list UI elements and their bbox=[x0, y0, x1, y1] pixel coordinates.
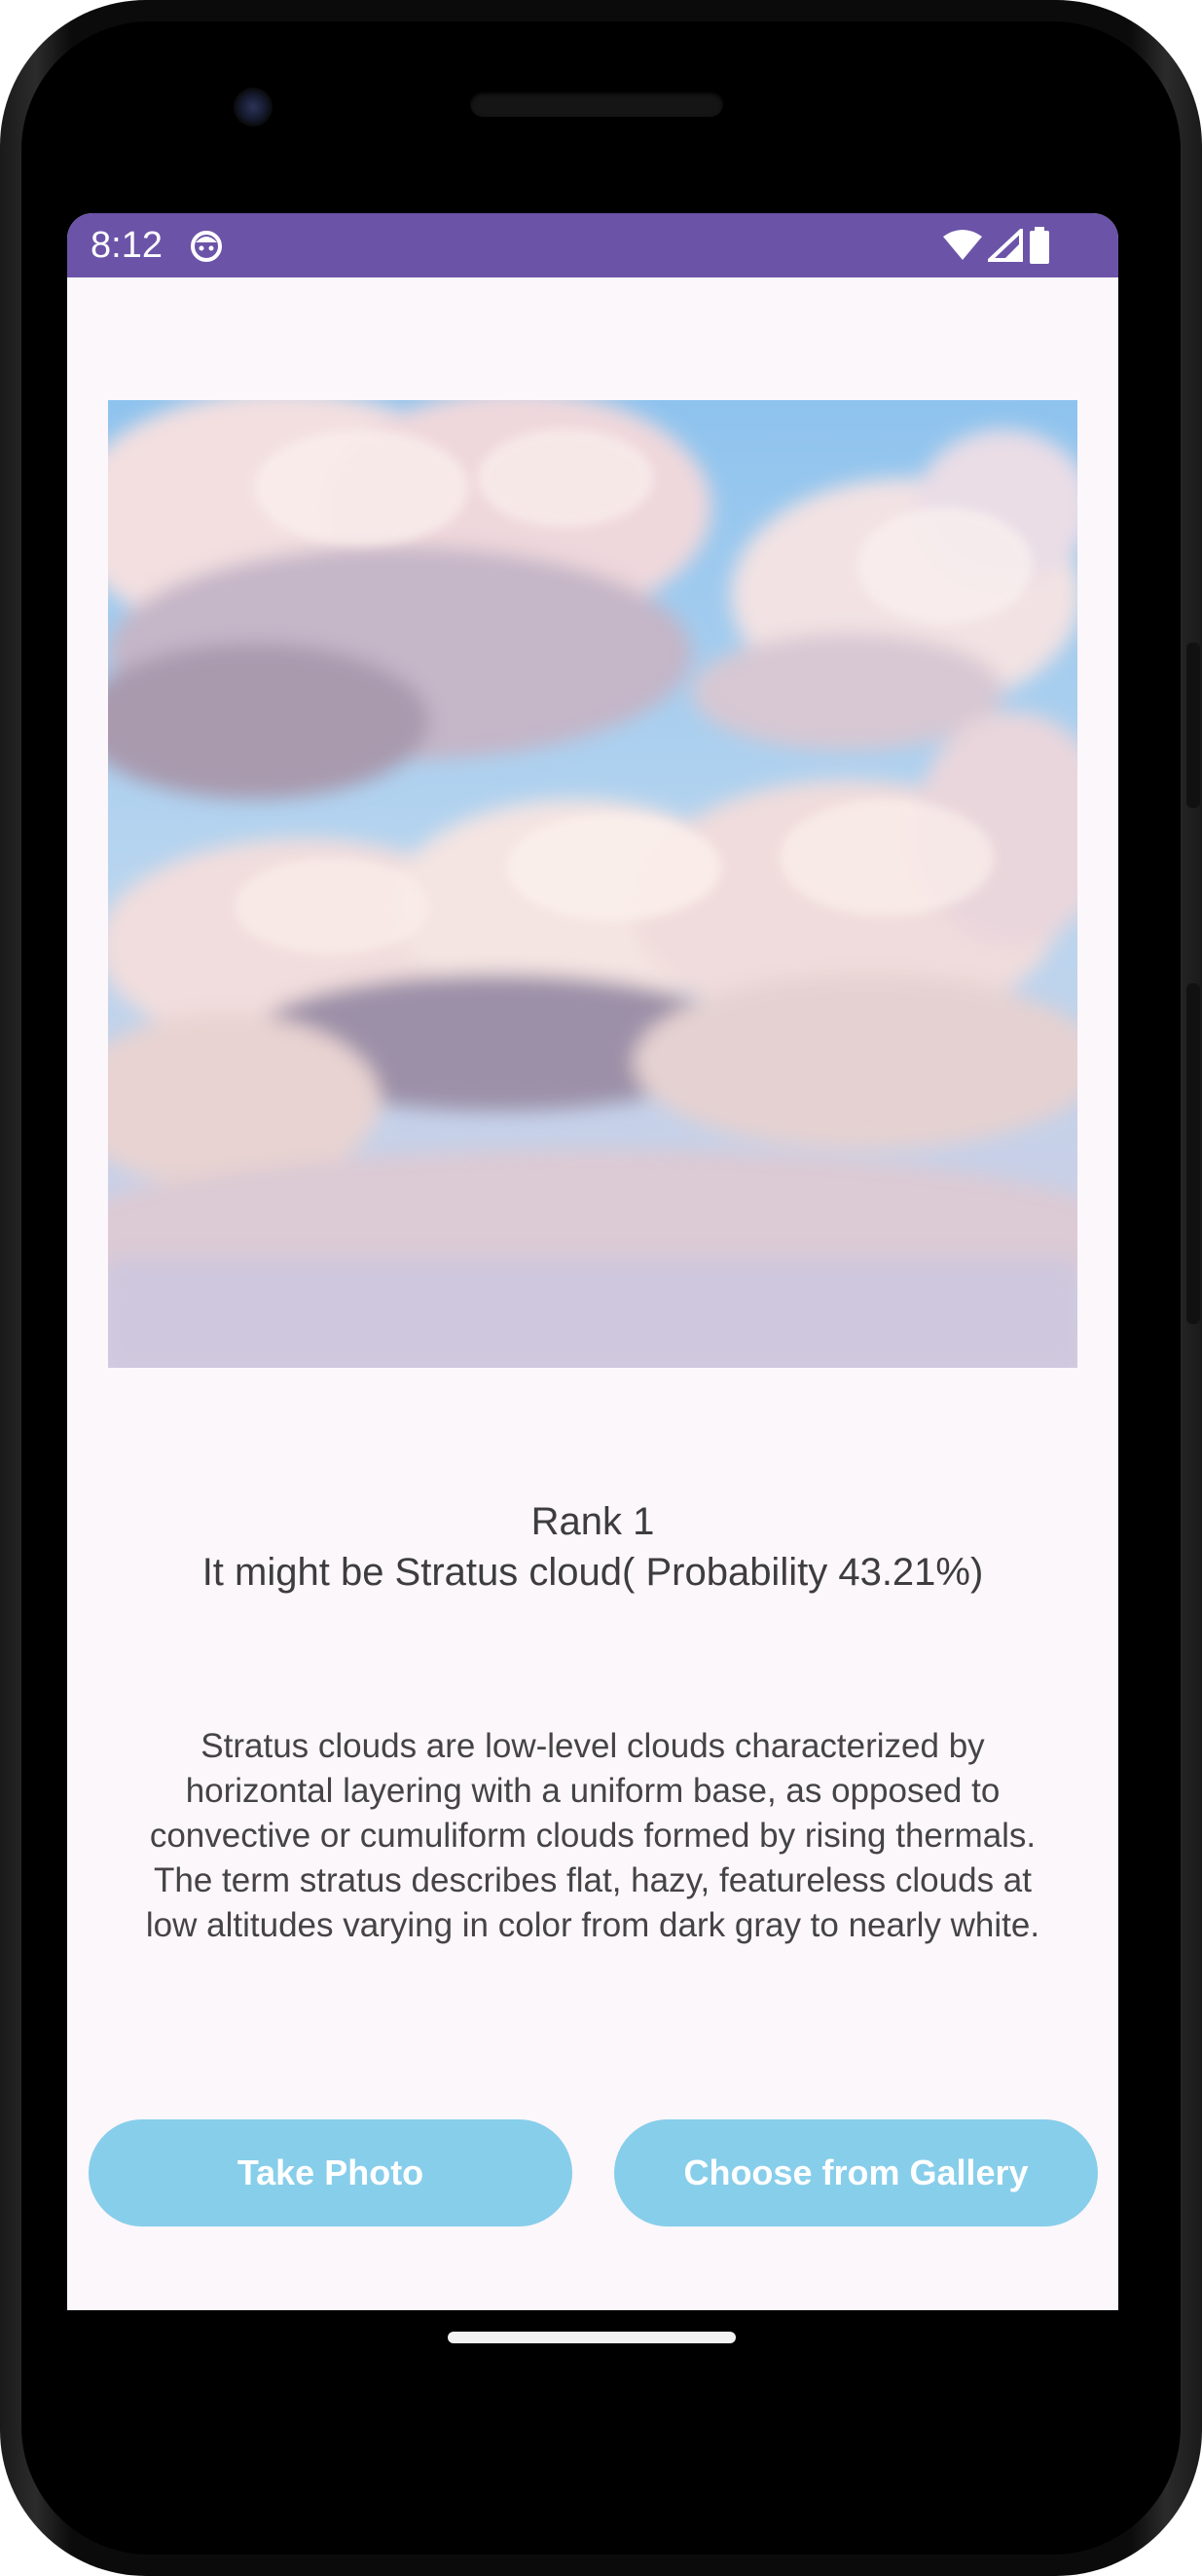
power-button bbox=[1186, 643, 1200, 808]
take-photo-button[interactable]: Take Photo bbox=[89, 2119, 572, 2226]
rank-label: Rank 1 bbox=[530, 1500, 655, 1543]
app-notification-icon bbox=[191, 231, 222, 262]
phone-frame: 8:12 Rank 1 It might be Stratus cloud(P… bbox=[0, 0, 1202, 2576]
description-line: Stratus clouds are low-level clouds char… bbox=[200, 1727, 985, 1765]
battery-icon bbox=[1030, 227, 1049, 264]
prediction-result: Rank 1 It might be Stratus cloud( Probab… bbox=[67, 1496, 1118, 1598]
earpiece-speaker bbox=[470, 92, 723, 117]
home-indicator[interactable] bbox=[448, 2332, 736, 2343]
choose-from-gallery-button[interactable]: Choose from Gallery bbox=[614, 2119, 1098, 2226]
app-screen: 8:12 Rank 1 It might be Stratus cloud(P… bbox=[67, 213, 1118, 2310]
description-line: horizontal layering with a uniform base,… bbox=[185, 1772, 1001, 1810]
cloud-photo bbox=[108, 400, 1077, 1368]
cloud-description: Stratus clouds are low-level clouds char… bbox=[67, 1724, 1118, 1948]
description-line: low altitudes varying in color from dark… bbox=[145, 1906, 1040, 1944]
prediction-text: It might be Stratus cloud( Probability 4… bbox=[201, 1551, 984, 1594]
volume-button bbox=[1186, 983, 1200, 1324]
description-line: The term stratus describes flat, hazy, f… bbox=[154, 1861, 1032, 1899]
status-time: 8:12 bbox=[91, 225, 163, 266]
description-line: convective or cumuliform clouds formed b… bbox=[149, 1817, 1037, 1855]
cell-signal-icon bbox=[988, 229, 1023, 262]
status-bar: 8:12 bbox=[67, 213, 1118, 277]
wifi-icon bbox=[943, 230, 982, 260]
front-camera bbox=[234, 88, 273, 127]
